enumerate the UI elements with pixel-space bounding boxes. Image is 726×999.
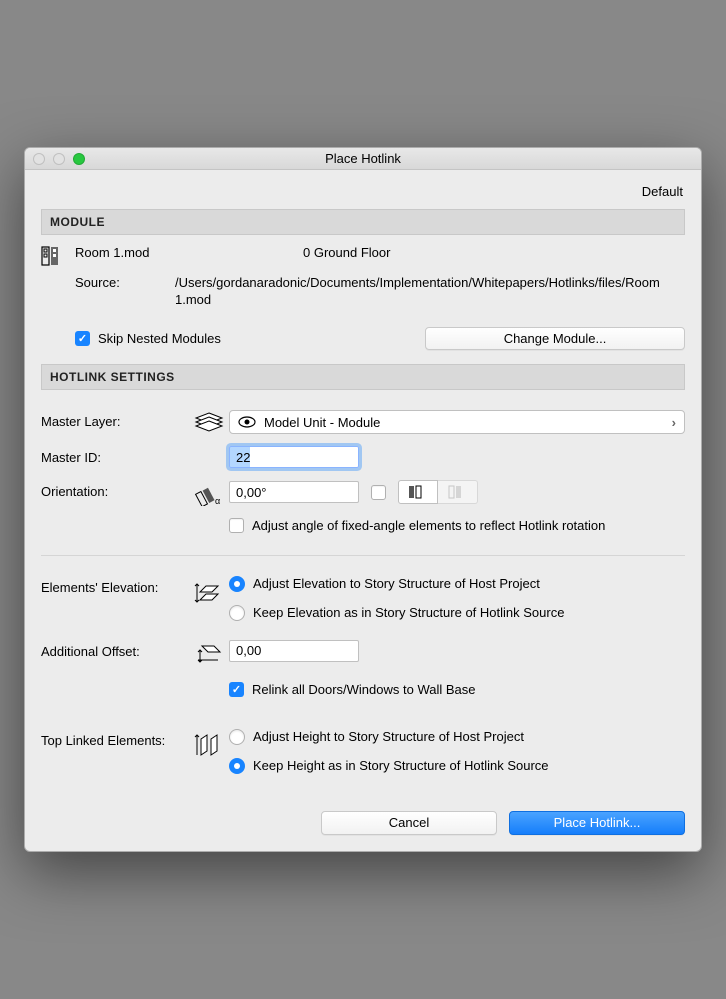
row-toplinked: Top Linked Elements: Adjust Height to St… [41,723,685,787]
adjust-angle-checkbox[interactable] [229,518,244,533]
orientation-input[interactable] [229,481,359,503]
elevation-radio-keep[interactable] [229,605,245,621]
titlebar[interactable]: Place Hotlink [25,148,701,170]
change-module-button[interactable]: Change Module... [425,327,685,350]
offset-icon [189,640,229,668]
section-settings-header: HOTLINK SETTINGS [41,364,685,390]
elevation-radio-adjust[interactable] [229,576,245,592]
window-title: Place Hotlink [25,151,701,166]
row-offset: Additional Offset: ✓ Relink all Doors/Wi… [41,634,685,705]
master-layer-value: Model Unit - Module [264,415,380,430]
module-icon [41,245,67,267]
master-layer-label: Master Layer: [41,410,189,429]
adjust-angle-label: Adjust angle of fixed-angle elements to … [252,518,685,535]
chevron-right-icon: › [672,415,676,430]
elevation-opt1-label: Adjust Elevation to Story Structure of H… [253,576,685,593]
offset-input[interactable] [229,640,359,662]
default-link[interactable]: Default [41,180,685,209]
toplinked-radio-keep[interactable] [229,758,245,774]
source-label: Source: [75,275,167,309]
row-master-id: Master ID: [41,440,685,474]
row-elevation: Elements' Elevation: Adjust Elevation to… [41,570,685,634]
toplinked-opt2-label: Keep Height as in Story Structure of Hot… [253,758,685,775]
mirror-option-b [438,480,478,504]
source-path: /Users/gordanaradonic/Documents/Implemen… [175,275,685,309]
settings-body: Master Layer: Model Unit - Module › Mast… [41,390,685,834]
mirror-segment [398,480,478,504]
dialog-window: Place Hotlink Default MODULE Room 1.mod … [24,147,702,851]
toplinked-radio-adjust[interactable] [229,729,245,745]
dialog-content: Default MODULE Room 1.mod 0 Ground Floor… [25,170,701,850]
module-floor: 0 Ground Floor [303,245,685,260]
section-module-header: MODULE [41,209,685,235]
toplinked-icon [189,729,229,759]
master-id-label: Master ID: [41,446,189,465]
master-id-input[interactable] [229,446,359,468]
relink-checkbox[interactable]: ✓ [229,682,244,697]
relink-label: Relink all Doors/Windows to Wall Base [252,682,685,699]
row-master-layer: Master Layer: Model Unit - Module › [41,404,685,440]
toplinked-label: Top Linked Elements: [41,729,189,748]
elevation-icon [189,576,229,608]
orientation-label: Orientation: [41,480,189,499]
mirror-option-a[interactable] [398,480,438,504]
module-info-row: Room 1.mod 0 Ground Floor [41,235,685,271]
row-orientation: Orientation: α Adjust a [41,474,685,541]
layers-icon [189,410,229,432]
source-row: Source: /Users/gordanaradonic/Documents/… [41,271,685,323]
elevation-opt2-label: Keep Elevation as in Story Structure of … [253,605,685,622]
cancel-button[interactable]: Cancel [321,811,497,835]
skip-row: ✓ Skip Nested Modules Change Module... [41,323,685,364]
angle-icon: α [189,480,229,506]
place-hotlink-button[interactable]: Place Hotlink... [509,811,685,835]
offset-label: Additional Offset: [41,640,189,659]
eye-icon [238,416,256,428]
skip-nested-checkbox[interactable]: ✓ [75,331,90,346]
dialog-footer: Cancel Place Hotlink... [41,787,685,835]
mirror-checkbox[interactable] [371,485,386,500]
divider [41,555,685,556]
elevation-label: Elements' Elevation: [41,576,189,595]
skip-nested-label: Skip Nested Modules [98,331,221,346]
module-filename: Room 1.mod [75,245,295,260]
svg-text:α: α [215,496,220,506]
toplinked-opt1-label: Adjust Height to Story Structure of Host… [253,729,685,746]
master-layer-select[interactable]: Model Unit - Module › [229,410,685,434]
